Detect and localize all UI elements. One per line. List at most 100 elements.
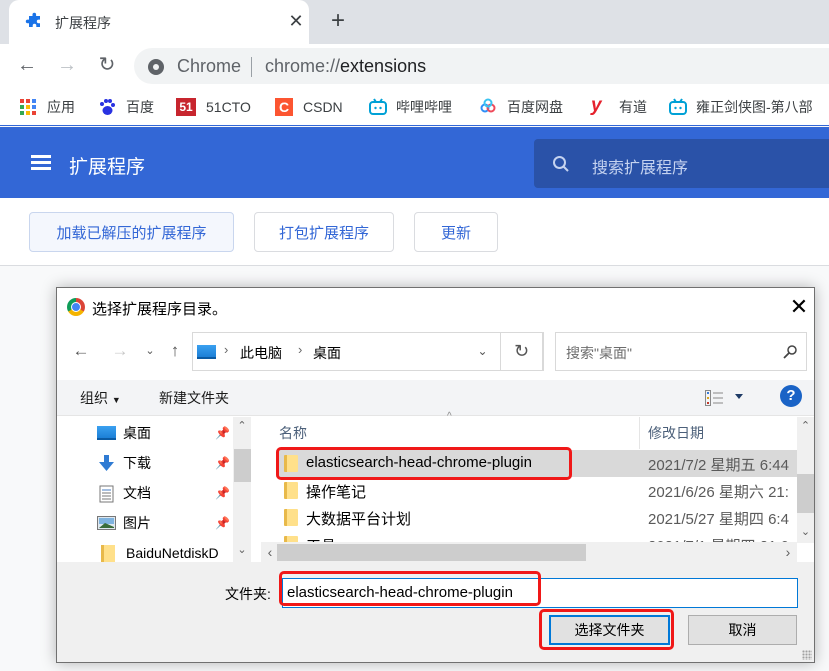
address-dropdown-button[interactable]: ⌄ bbox=[466, 332, 499, 371]
pin-icon[interactable]: 📌 bbox=[215, 426, 230, 440]
menu-icon[interactable] bbox=[31, 155, 51, 171]
chrome-site-icon bbox=[148, 59, 164, 75]
scroll-up-icon[interactable]: ⌃ bbox=[797, 419, 814, 432]
load-unpacked-button[interactable]: 加载已解压的扩展程序 bbox=[29, 212, 234, 252]
url-path: extensions bbox=[340, 56, 427, 76]
bookmark-label: 百度网盘 bbox=[507, 99, 563, 115]
folder-icon bbox=[284, 509, 298, 526]
file-list-vertical-scrollbar[interactable]: ⌃ ⌄ bbox=[797, 417, 814, 543]
caret-down-icon: ▼ bbox=[111, 395, 121, 405]
new-folder-button[interactable]: 新建文件夹 bbox=[159, 388, 229, 408]
nav-item-pictures[interactable]: 图片 bbox=[97, 511, 151, 535]
pictures-icon bbox=[97, 515, 116, 531]
recent-locations-dropdown[interactable]: ⌄ bbox=[139, 336, 161, 366]
bookmark-bilibili[interactable]: 哔哩哔哩 bbox=[368, 96, 452, 118]
breadcrumb-this-pc[interactable]: 此电脑 bbox=[240, 343, 282, 363]
folder-icon bbox=[284, 482, 298, 499]
scroll-down-icon[interactable]: ⌄ bbox=[797, 525, 814, 538]
bookmark-youdao[interactable]: y 有道 bbox=[591, 96, 647, 118]
file-row[interactable]: elasticsearch-head-chrome-plugin 2021/7/… bbox=[276, 450, 800, 477]
column-header-name[interactable]: 名称 bbox=[279, 417, 307, 449]
bookmark-baidu[interactable]: 百度 bbox=[98, 96, 154, 118]
nav-pane-scrollbar[interactable]: ⌃ ⌄ bbox=[233, 417, 251, 562]
folder-name-input[interactable]: elasticsearch-head-chrome-plugin bbox=[282, 578, 798, 608]
baidu-netdisk-icon bbox=[479, 98, 497, 116]
select-folder-dialog: 选择扩展程序目录。 ✕ ← → ⌄ ↑ › 此电脑 › 桌面 ⌄ ↻ 搜索"桌面… bbox=[56, 287, 815, 663]
nav-item-documents[interactable]: 文档 bbox=[97, 481, 151, 505]
pack-extension-button[interactable]: 打包扩展程序 bbox=[254, 212, 394, 252]
dialog-search-input[interactable]: 搜索"桌面" bbox=[555, 332, 807, 371]
nav-item-label: 文档 bbox=[123, 485, 151, 501]
page-title: 扩展程序 bbox=[69, 157, 146, 178]
file-list-horizontal-scrollbar[interactable]: ‹ › bbox=[261, 542, 797, 562]
select-folder-button[interactable]: 选择文件夹 bbox=[549, 615, 670, 645]
update-button[interactable]: 更新 bbox=[414, 212, 498, 252]
chevron-right-icon[interactable]: › bbox=[224, 342, 228, 357]
pin-icon[interactable]: 📌 bbox=[215, 486, 230, 500]
dialog-title: 选择扩展程序目录。 bbox=[92, 301, 228, 318]
pin-icon[interactable]: 📌 bbox=[215, 516, 230, 530]
omnibox-separator bbox=[251, 57, 252, 77]
search-icon bbox=[783, 345, 797, 359]
bookmark-label: CSDN bbox=[303, 99, 343, 115]
help-icon[interactable]: ? bbox=[780, 385, 802, 407]
tab-close-icon[interactable]: ✕ bbox=[285, 8, 307, 34]
sort-ascending-icon: ^ bbox=[447, 411, 452, 422]
nav-item-label: 下载 bbox=[123, 455, 151, 471]
reload-button[interactable]: ↻ bbox=[92, 50, 122, 80]
nav-item-desktop[interactable]: 桌面 bbox=[97, 421, 151, 445]
scroll-down-icon[interactable]: ⌄ bbox=[233, 543, 251, 556]
dialog-close-button[interactable]: ✕ bbox=[784, 293, 814, 323]
forward-button[interactable]: → bbox=[52, 50, 82, 80]
file-modified: 2021/7/2 星期五 6:44 bbox=[648, 457, 789, 474]
bookmark-csdn[interactable]: C CSDN bbox=[275, 96, 343, 118]
view-options-caret-icon[interactable] bbox=[735, 394, 743, 399]
bookmark-baidu-netdisk[interactable]: 百度网盘 bbox=[479, 96, 563, 118]
column-divider[interactable] bbox=[639, 417, 640, 449]
nav-item-label: 图片 bbox=[123, 515, 151, 531]
new-tab-button[interactable]: + bbox=[325, 6, 351, 36]
bookmark-yongzheng[interactable]: 雍正剑侠图-第八部 bbox=[668, 96, 813, 118]
file-row[interactable]: 工具 2021/7/1 星期四 21:0 bbox=[276, 531, 800, 542]
organize-label: 组织 bbox=[80, 390, 108, 406]
folder-icon bbox=[101, 544, 115, 562]
breadcrumb-desktop[interactable]: 桌面 bbox=[313, 343, 341, 363]
tab-title: 扩展程序 bbox=[55, 15, 111, 31]
site-label: Chrome bbox=[177, 56, 242, 76]
refresh-button[interactable]: ↻ bbox=[500, 332, 543, 371]
organize-menu[interactable]: 组织 ▼ bbox=[80, 388, 121, 408]
dialog-forward-button[interactable]: → bbox=[109, 336, 131, 366]
scrollbar-thumb[interactable] bbox=[797, 474, 814, 513]
csdn-icon: C bbox=[275, 98, 293, 116]
nav-item-downloads[interactable]: 下载 bbox=[97, 451, 151, 475]
desktop-icon bbox=[97, 426, 116, 440]
resize-grip-icon[interactable] bbox=[802, 650, 812, 660]
search-icon bbox=[553, 156, 569, 172]
url-text[interactable]: chrome://extensions bbox=[265, 56, 426, 77]
pin-icon[interactable]: 📌 bbox=[215, 456, 230, 470]
column-header-modified[interactable]: 修改日期 bbox=[648, 417, 704, 449]
this-pc-icon bbox=[197, 345, 216, 359]
file-row[interactable]: 大数据平台计划 2021/5/27 星期四 6:4 bbox=[276, 504, 800, 531]
dialog-back-button[interactable]: ← bbox=[70, 336, 92, 366]
scrollbar-thumb[interactable] bbox=[277, 544, 586, 561]
extensions-search-input[interactable]: 搜索扩展程序 bbox=[534, 139, 829, 188]
up-button[interactable]: ↑ bbox=[164, 336, 186, 366]
command-bar: 组织 ▼ 新建文件夹 ? bbox=[57, 380, 814, 416]
scroll-up-icon[interactable]: ⌃ bbox=[233, 419, 251, 432]
51cto-icon: 51 bbox=[176, 98, 196, 116]
view-details-icon[interactable] bbox=[705, 390, 723, 406]
back-button[interactable]: ← bbox=[12, 50, 42, 80]
nav-item-label: 桌面 bbox=[123, 425, 151, 441]
tab-extensions[interactable]: 扩展程序 ✕ bbox=[9, 0, 309, 44]
bookmark-apps[interactable]: 应用 bbox=[19, 96, 75, 118]
address-bar[interactable]: Chrome chrome://extensions bbox=[134, 48, 829, 84]
scrollbar-thumb[interactable] bbox=[234, 449, 251, 482]
folder-name-value: elasticsearch-head-chrome-plugin bbox=[287, 584, 513, 601]
chevron-right-icon[interactable]: › bbox=[298, 342, 302, 357]
file-row[interactable]: 操作笔记 2021/6/26 星期六 21: bbox=[276, 477, 800, 504]
bookmark-51cto[interactable]: 51 51CTO bbox=[176, 96, 251, 118]
file-name: 大数据平台计划 bbox=[306, 511, 412, 528]
scroll-right-icon[interactable]: › bbox=[779, 544, 797, 560]
cancel-button[interactable]: 取消 bbox=[688, 615, 797, 645]
